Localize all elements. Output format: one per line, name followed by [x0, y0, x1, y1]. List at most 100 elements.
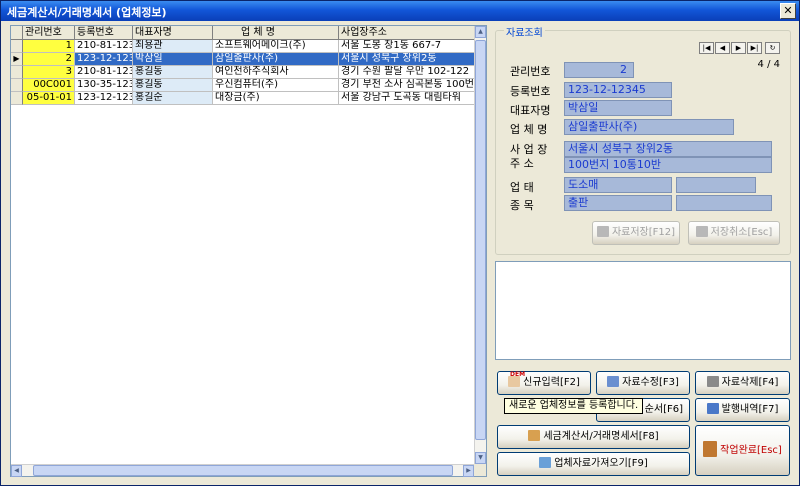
cell-reg-no[interactable]: 210-81-12345 — [75, 66, 133, 79]
edit-label: 자료수정[F3] — [622, 377, 679, 388]
save-button-label: 자료저장[F12] — [611, 227, 676, 238]
refresh-icon[interactable]: ↻ — [765, 42, 780, 54]
cancel-save-button[interactable]: 저장취소[Esc] — [688, 221, 780, 245]
table-row[interactable]: 00C001130-35-12345홍길동우신컴퓨터(주)경기 부천 소사 심곡… — [11, 79, 476, 92]
cell-company[interactable]: 대장금(주) — [213, 92, 339, 105]
field-business-item2[interactable] — [676, 195, 772, 211]
close-button[interactable]: ✕ — [780, 3, 796, 19]
main-window: 세금계산서/거래명세서 (업체정보) ✕ 관리번호 등록번호 대표자명 업 체 … — [0, 0, 800, 486]
scroll-up-icon[interactable]: ▲ — [475, 26, 486, 38]
finish-button[interactable]: 작업완료[Esc] — [695, 425, 790, 476]
delete-button[interactable]: 자료삭제[F4] — [695, 371, 790, 395]
field-address1[interactable]: 서울시 성북구 장위2동 — [564, 141, 772, 157]
cell-rep-name[interactable]: 홍길동 — [133, 66, 213, 79]
field-company[interactable]: 삼일출판사(주) — [564, 119, 734, 135]
table-row[interactable]: 1210-81-12345최용관소프트웨어메이크(주)서울 도봉 창1동 667… — [11, 40, 476, 53]
grid-vertical-scrollbar[interactable]: ▲ ▼ — [474, 26, 486, 464]
cell-address[interactable]: 서울 강남구 도곡동 대림타워 — [339, 92, 476, 105]
cell-reg-no[interactable]: 123-12-12345 — [75, 53, 133, 66]
tax-invoice-button[interactable]: 세금계산서/거래명세서[F8] — [497, 425, 690, 449]
col-header-reg-no[interactable]: 등록번호 — [75, 26, 133, 40]
row-indicator[interactable] — [11, 66, 23, 79]
cell-id[interactable]: 2 — [23, 53, 75, 66]
company-grid[interactable]: 관리번호 등록번호 대표자명 업 체 명 사업장주소 1210-81-12345… — [10, 25, 487, 477]
tooltip: 새로운 업체정보를 등록합니다. — [504, 398, 644, 414]
cell-company[interactable]: 우신컴퓨터(주) — [213, 79, 339, 92]
title-bar[interactable]: 세금계산서/거래명세서 (업체정보) ✕ — [1, 1, 799, 21]
field-business-type2[interactable] — [676, 177, 756, 193]
new-entry-label: 신규입력[F2] — [523, 377, 580, 388]
first-record-icon[interactable]: |◀ — [699, 42, 714, 54]
col-header-rep-name[interactable]: 대표자명 — [133, 26, 213, 40]
col-header-id[interactable]: 관리번호 — [23, 26, 75, 40]
cell-address[interactable]: 경기 부천 소사 심곡본동 100번 — [339, 79, 476, 92]
label-id: 관리번호 — [510, 65, 551, 78]
cell-rep-name[interactable]: 홍길동 — [133, 79, 213, 92]
save-button[interactable]: 자료저장[F12] — [592, 221, 680, 245]
scroll-thumb[interactable] — [475, 40, 486, 440]
cell-reg-no[interactable]: 210-81-12345 — [75, 40, 133, 53]
import-label: 업체자료가져오기[F9] — [554, 458, 648, 469]
record-position: 4 / 4 — [757, 59, 780, 70]
grid-header: 관리번호 등록번호 대표자명 업 체 명 사업장주소 — [11, 26, 476, 40]
cell-address[interactable]: 서울시 성북구 장위2동 — [339, 53, 476, 66]
edit-button[interactable]: 자료수정[F3] — [596, 371, 690, 395]
row-indicator[interactable] — [11, 92, 23, 105]
sort-label: 순서[F6] — [644, 404, 683, 415]
grid-horizontal-scrollbar[interactable]: ◀ ▶ — [11, 464, 476, 477]
finish-label: 작업완료[Esc] — [720, 445, 782, 456]
cell-rep-name[interactable]: 홍길순 — [133, 92, 213, 105]
label-business-type: 업 태 — [510, 181, 534, 194]
history-button[interactable]: 발행내역[F7] — [695, 398, 790, 422]
delete-icon — [706, 376, 719, 387]
col-header-address[interactable]: 사업장주소 — [339, 26, 476, 40]
field-reg-no[interactable]: 123-12-12345 — [564, 82, 672, 98]
memo-area[interactable] — [495, 261, 791, 360]
field-business-item[interactable]: 출판 — [564, 195, 672, 211]
hscroll-thumb[interactable] — [33, 465, 453, 476]
field-business-type[interactable]: 도소매 — [564, 177, 672, 193]
table-row[interactable]: 05-01-01123-12-12345홍길순대장금(주)서울 강남구 도곡동 … — [11, 92, 476, 105]
delete-label: 자료삭제[F4] — [721, 377, 779, 388]
scroll-left-icon[interactable]: ◀ — [11, 465, 22, 477]
cell-company[interactable]: 여인천하주식회사 — [213, 66, 339, 79]
field-id[interactable]: 2 — [564, 62, 634, 78]
field-address2[interactable]: 100번지 10통10반 — [564, 157, 772, 173]
row-indicator[interactable] — [11, 40, 23, 53]
row-indicator[interactable] — [11, 79, 23, 92]
cell-reg-no[interactable]: 123-12-12345 — [75, 92, 133, 105]
label-business-item: 종 목 — [510, 199, 534, 212]
cell-company[interactable]: 소프트웨어메이크(주) — [213, 40, 339, 53]
cell-reg-no[interactable]: 130-35-12345 — [75, 79, 133, 92]
cell-id[interactable]: 3 — [23, 66, 75, 79]
cell-rep-name[interactable]: 박삼일 — [133, 53, 213, 66]
table-row[interactable]: ▶2123-12-12345박삼일삼일출판사(주)서울시 성북구 장위2동 — [11, 53, 476, 66]
table-row[interactable]: 3210-81-12345홍길동여인천하주식회사경기 수원 팔달 우만 102-… — [11, 66, 476, 79]
tax-invoice-label: 세금계산서/거래명세서[F8] — [543, 431, 659, 442]
cell-company[interactable]: 삼일출판사(주) — [213, 53, 339, 66]
exit-door-icon — [703, 441, 718, 457]
cell-id[interactable]: 1 — [23, 40, 75, 53]
last-record-icon[interactable]: ▶| — [747, 42, 762, 54]
label-reg-no: 등록번호 — [510, 85, 551, 98]
col-header-company[interactable]: 업 체 명 — [213, 26, 339, 40]
scroll-right-icon[interactable]: ▶ — [463, 465, 474, 477]
import-button[interactable]: 업체자료가져오기[F9] — [497, 452, 690, 476]
field-rep-name[interactable]: 박삼일 — [564, 100, 672, 116]
prev-record-icon[interactable]: ◀ — [715, 42, 730, 54]
cell-address[interactable]: 서울 도봉 창1동 667-7 — [339, 40, 476, 53]
cell-address[interactable]: 경기 수원 팔달 우만 102-122 — [339, 66, 476, 79]
cell-id[interactable]: 05-01-01 — [23, 92, 75, 105]
undo-disk-icon — [695, 226, 708, 237]
cancel-save-label: 저장취소[Esc] — [710, 227, 773, 238]
cell-id[interactable]: 00C001 — [23, 79, 75, 92]
row-indicator[interactable]: ▶ — [11, 53, 23, 66]
cell-rep-name[interactable]: 최용관 — [133, 40, 213, 53]
record-navigator: |◀ ◀ ▶ ▶| ↻ — [698, 42, 780, 54]
scroll-down-icon[interactable]: ▼ — [475, 452, 486, 464]
history-label: 발행내역[F7] — [721, 404, 779, 415]
next-record-icon[interactable]: ▶ — [731, 42, 746, 54]
disk-icon — [596, 226, 609, 237]
label-address-bottom: 주 소 — [510, 157, 534, 170]
scroll-corner — [474, 464, 486, 476]
